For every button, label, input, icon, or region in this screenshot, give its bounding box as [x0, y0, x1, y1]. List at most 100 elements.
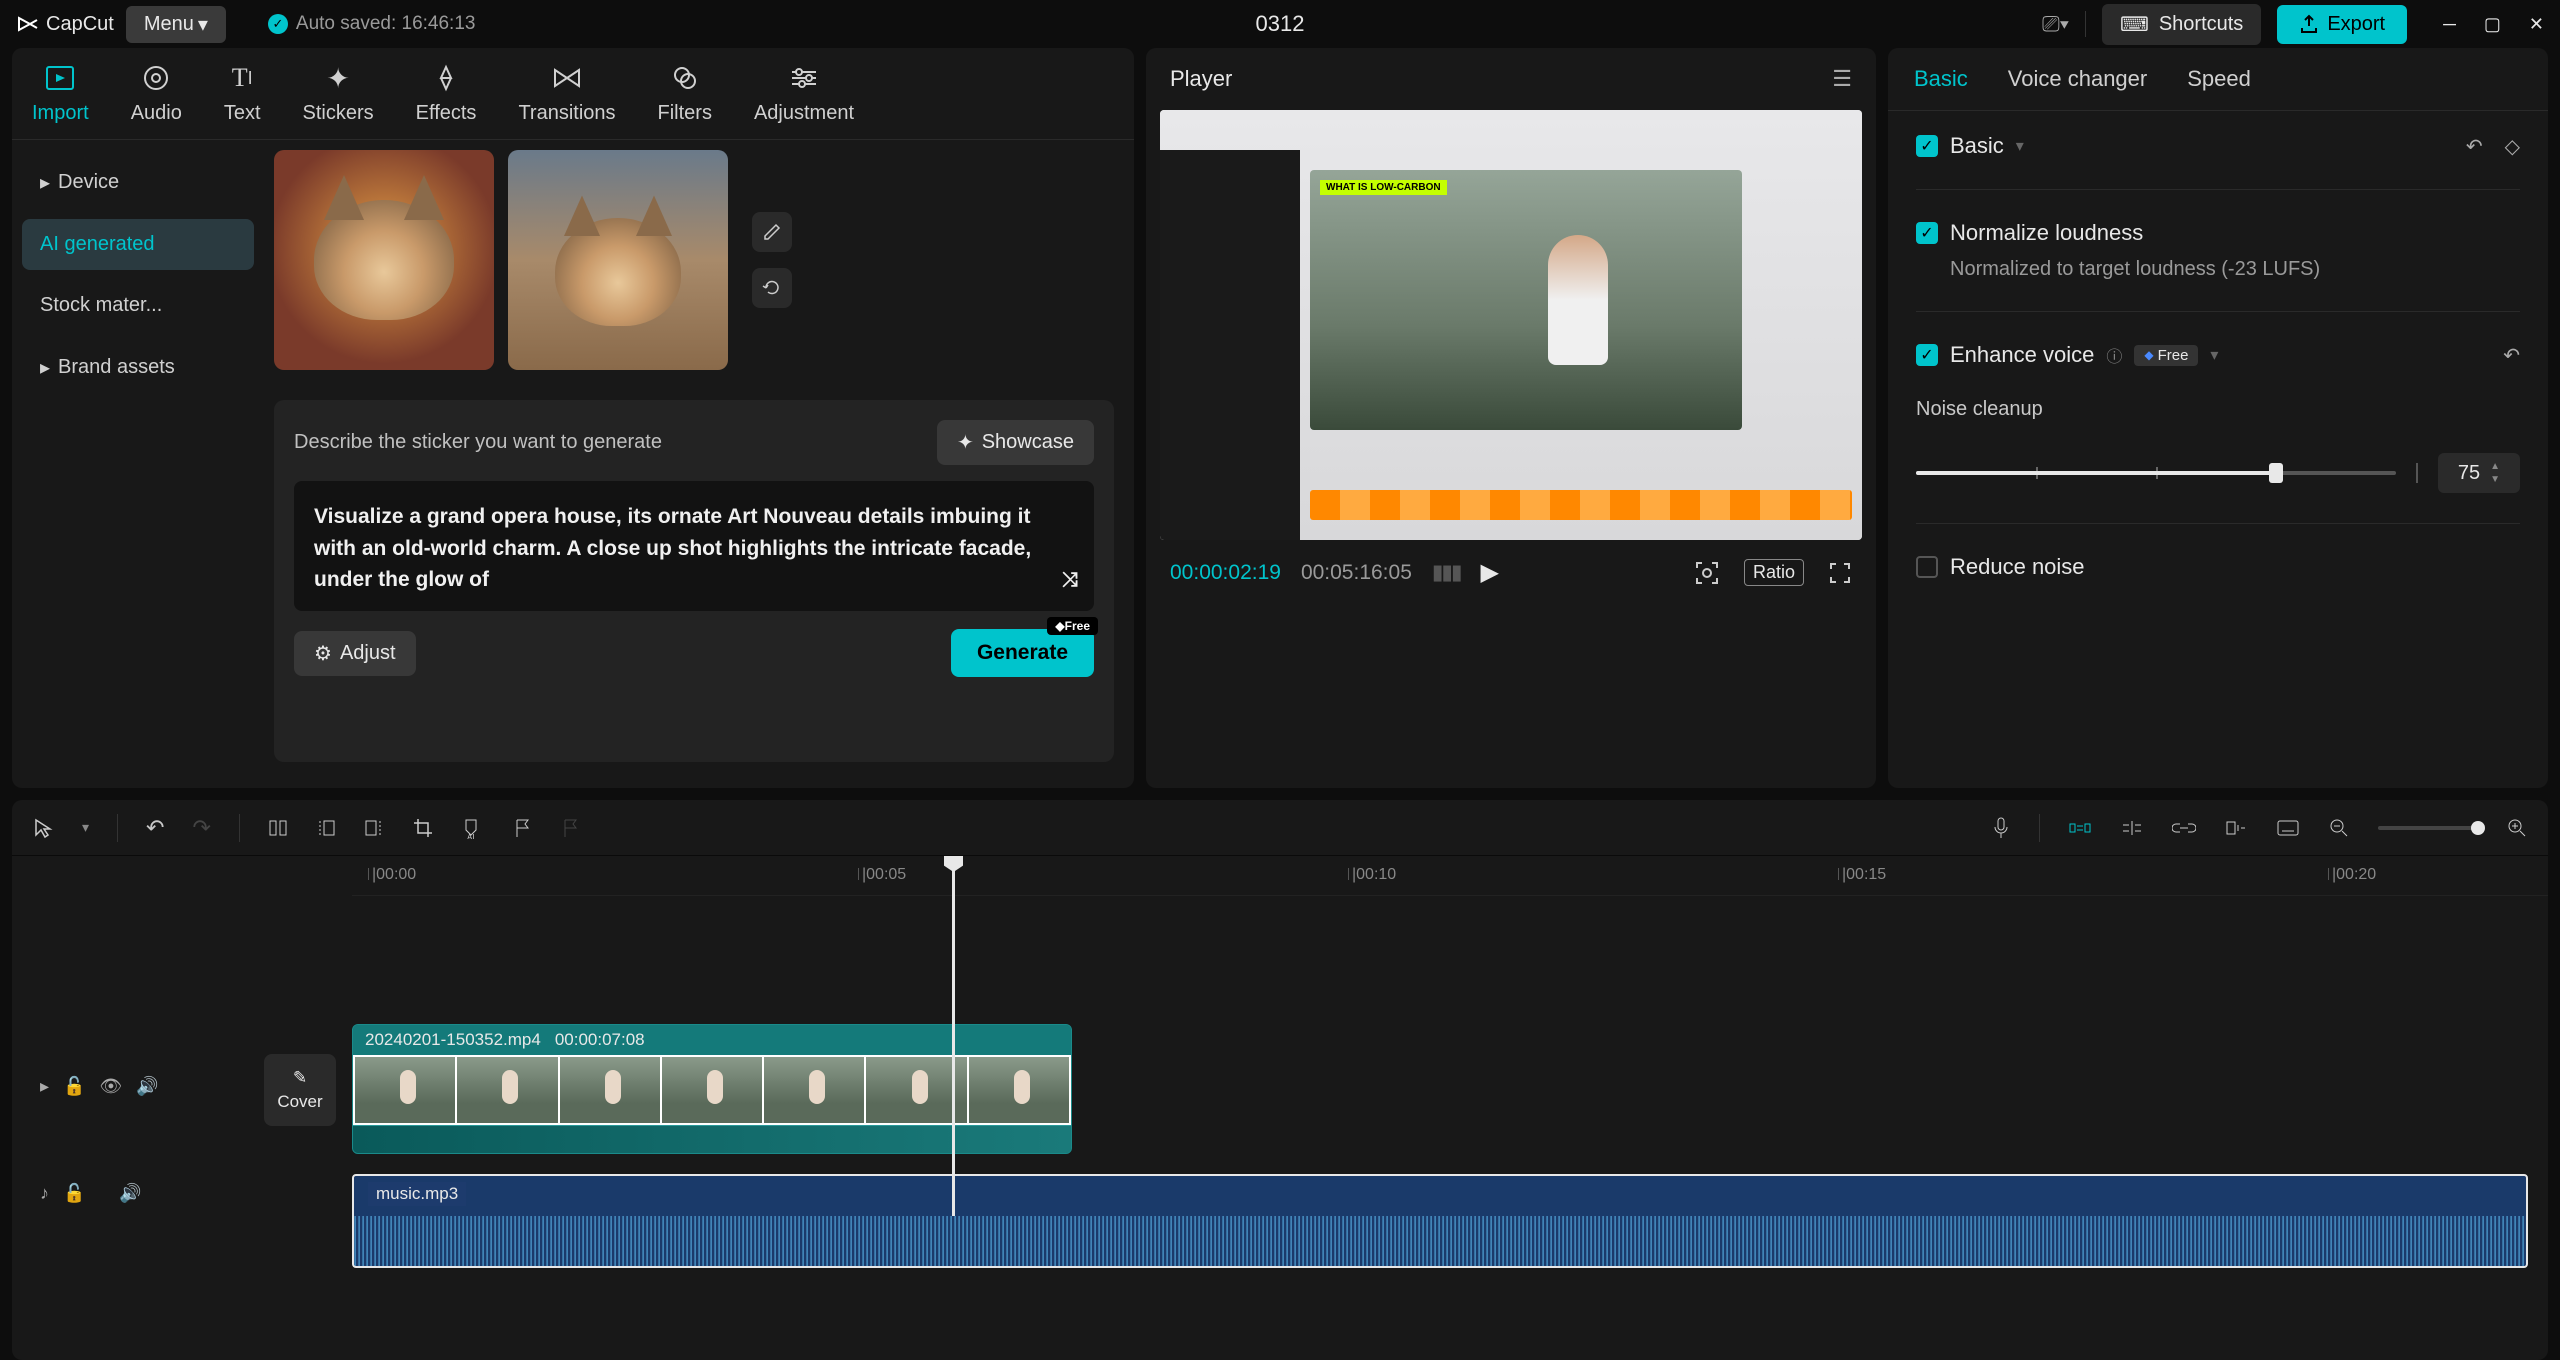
cover-button[interactable]: ✎ Cover — [264, 1054, 336, 1126]
maximize-button[interactable]: ▢ — [2484, 14, 2501, 35]
sidebar-item-stock[interactable]: Stock mater... — [22, 280, 254, 331]
media-panel: Import Audio TIText ✦Stickers Effects Tr… — [12, 48, 1134, 788]
minimize-button[interactable]: ─ — [2443, 14, 2456, 35]
zoom-in-icon[interactable] — [2506, 817, 2528, 839]
layout-icon[interactable]: ⎚▾ — [2042, 11, 2069, 37]
tab-import[interactable]: Import — [32, 62, 89, 139]
track-audio-icon[interactable]: ♪ — [40, 1183, 49, 1204]
sidebar-label: Device — [58, 171, 119, 194]
timeline-ruler[interactable]: |00:00 |00:05 |00:10 |00:15 |00:20 — [352, 856, 2548, 896]
tab-stickers[interactable]: ✦Stickers — [303, 62, 374, 139]
export-button[interactable]: Export — [2277, 5, 2407, 44]
sidebar-item-ai[interactable]: AI generated — [22, 219, 254, 270]
shuffle-icon[interactable]: ⤨ — [1062, 565, 1078, 595]
edit-icon-button[interactable] — [752, 212, 792, 252]
reduce-noise-checkbox[interactable] — [1916, 556, 1938, 578]
crop-icon[interactable] — [412, 817, 434, 839]
shortcuts-button[interactable]: ⌨ Shortcuts — [2102, 4, 2261, 45]
prompt-input[interactable]: Visualize a grand opera house, its ornat… — [294, 481, 1094, 611]
stepper-down[interactable]: ▼ — [2490, 474, 2500, 485]
close-button[interactable]: ✕ — [2529, 14, 2544, 35]
ratio-button[interactable]: Ratio — [1744, 559, 1804, 586]
project-title[interactable]: 0312 — [1256, 11, 1305, 37]
player-controls: 00:00:02:19 00:05:16:05 ▮▮▮ ▶ Ratio — [1146, 540, 1876, 605]
link-icon[interactable] — [2172, 820, 2196, 836]
lock-icon[interactable]: 🔓 — [63, 1183, 85, 1204]
compare-icon[interactable]: ▮▮▮ — [1432, 560, 1461, 585]
showcase-button[interactable]: ✦Showcase — [937, 420, 1094, 465]
playhead[interactable] — [952, 856, 955, 1216]
tool-dropdown-icon[interactable]: ▾ — [82, 819, 89, 836]
sidebar-label: AI generated — [40, 233, 155, 256]
trim-right-icon[interactable] — [364, 817, 384, 839]
magnet-icon[interactable] — [2068, 818, 2092, 838]
video-clip[interactable]: 20240201-150352.mp4 00:00:07:08 — [352, 1024, 1072, 1154]
basic-checkbox[interactable]: ✓ — [1916, 135, 1938, 157]
player-title: Player — [1170, 66, 1232, 92]
audio-clip[interactable]: music.mp3 — [352, 1174, 2528, 1268]
generated-thumb-2[interactable] — [508, 150, 728, 370]
sidebar-item-device[interactable]: ▸Device — [22, 156, 254, 209]
tab-audio[interactable]: Audio — [131, 62, 182, 139]
keyframe-icon[interactable]: ◇ — [2505, 134, 2520, 159]
split-icon[interactable] — [268, 817, 288, 839]
divider — [1916, 311, 2520, 312]
tab-effects[interactable]: Effects — [416, 62, 477, 139]
adjust-button[interactable]: ⚙Adjust — [294, 631, 416, 676]
chevron-down-icon[interactable]: ▾ — [2210, 345, 2218, 365]
normalize-label: Normalize loudness — [1950, 220, 2143, 246]
menu-button[interactable]: Menu ▾ — [126, 6, 226, 43]
align-icon[interactable] — [2120, 819, 2144, 837]
noise-value-input[interactable]: 75 ▲▼ — [2438, 453, 2520, 493]
caption-icon[interactable] — [2276, 819, 2300, 837]
sidebar-item-brand[interactable]: ▸Brand assets — [22, 341, 254, 394]
fullscreen-icon[interactable] — [1828, 561, 1852, 585]
zoom-out-icon[interactable] — [2328, 817, 2350, 839]
regenerate-icon-button[interactable] — [752, 268, 792, 308]
mute-icon[interactable]: 🔊 — [136, 1076, 158, 1097]
tab-basic[interactable]: Basic — [1914, 66, 1968, 92]
generate-button[interactable]: ◆Free Generate — [951, 629, 1094, 677]
undo-icon[interactable]: ↶ — [2466, 134, 2483, 159]
player-preview[interactable]: WHAT IS LOW-CARBON — [1160, 110, 1862, 540]
timeline-toolbar: ▾ ↶ ↷ AI — [12, 800, 2548, 856]
tab-transitions[interactable]: Transitions — [518, 62, 615, 139]
audio-icon — [142, 62, 170, 94]
normalize-checkbox[interactable]: ✓ — [1916, 222, 1938, 244]
scan-icon[interactable] — [1694, 560, 1720, 586]
tab-text[interactable]: TIText — [224, 62, 261, 139]
tab-speed[interactable]: Speed — [2187, 66, 2251, 92]
chevron-down-icon[interactable]: ▾ — [2016, 136, 2024, 156]
info-icon[interactable]: ⓘ — [2106, 343, 2122, 367]
free-badge: ◆Free — [1047, 617, 1098, 635]
mic-icon[interactable] — [1991, 816, 2011, 840]
player-menu-icon[interactable]: ☰ — [1832, 66, 1852, 92]
chevron-right-icon: ▸ — [40, 355, 50, 380]
generated-thumb-1[interactable] — [274, 150, 494, 370]
trim-left-icon[interactable] — [316, 817, 336, 839]
pointer-tool-icon[interactable] — [32, 817, 54, 839]
zoom-slider[interactable] — [2378, 826, 2478, 830]
tab-adjustment[interactable]: Adjustment — [754, 62, 854, 139]
track-video-icon[interactable]: ▸ — [40, 1076, 49, 1097]
preview-cut-icon[interactable] — [2224, 819, 2248, 837]
redo-icon[interactable]: ↷ — [192, 815, 210, 841]
tab-voice-changer[interactable]: Voice changer — [2008, 66, 2147, 92]
undo-icon[interactable]: ↶ — [146, 815, 164, 841]
stepper-up[interactable]: ▲ — [2490, 461, 2500, 472]
lock-icon[interactable]: 🔓 — [63, 1076, 85, 1097]
flag-icon[interactable] — [512, 817, 532, 839]
showcase-label: Showcase — [982, 431, 1074, 454]
tab-label: Adjustment — [754, 102, 854, 125]
undo-icon[interactable]: ↶ — [2503, 343, 2520, 368]
ai-marker-icon[interactable]: AI — [462, 817, 484, 839]
mute-icon[interactable]: 🔊 — [119, 1183, 141, 1204]
enhance-checkbox[interactable]: ✓ — [1916, 344, 1938, 366]
eye-icon[interactable]: 👁 — [99, 1076, 122, 1097]
noise-slider[interactable] — [1916, 471, 2396, 475]
chevron-down-icon: ▾ — [198, 12, 208, 37]
video-track-controls: ▸ 🔓 👁 🔊 — [12, 1036, 252, 1136]
reduce-noise-label: Reduce noise — [1950, 554, 2085, 580]
play-button[interactable]: ▶ — [1481, 558, 1499, 587]
tab-filters[interactable]: Filters — [658, 62, 712, 139]
